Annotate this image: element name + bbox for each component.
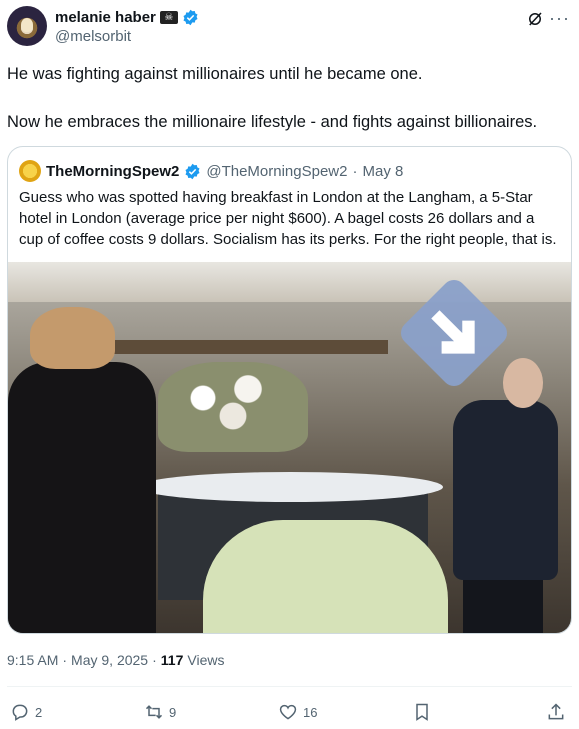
tweet-text: He was fighting against millionaires unt… [7, 65, 538, 131]
photo-man [448, 358, 558, 633]
quote-date: May 8 [362, 162, 404, 180]
quoted-tweet[interactable]: TheMorningSpew2 @TheMorningSpew2 · May 8… [7, 146, 572, 634]
views-count: 117 [160, 652, 184, 668]
tweet-header: melanie haber ☠ @melsorbit ··· [7, 6, 572, 48]
quote-text: Guess who was spotted having breakfast i… [19, 189, 557, 248]
verified-badge-icon [185, 163, 200, 179]
views-label: Views [187, 652, 225, 668]
quote-separator: · [352, 162, 358, 180]
like-button[interactable]: 16 [278, 700, 317, 724]
quote-header: TheMorningSpew2 @TheMorningSpew2 · May 8 [19, 160, 403, 182]
share-button[interactable] [546, 700, 566, 724]
quote-handle: @TheMorningSpew2 [206, 162, 348, 180]
bookmark-button[interactable] [412, 700, 432, 724]
quote-photo[interactable] [8, 262, 571, 633]
pirate-flag-icon: ☠ [159, 10, 178, 24]
author-avatar[interactable] [7, 6, 47, 46]
reply-button[interactable]: 2 [10, 700, 42, 724]
meta-separator: · [152, 652, 157, 668]
photo-counter [138, 472, 443, 502]
author-handle[interactable]: @melsorbit [55, 28, 131, 45]
author-display-name[interactable]: melanie haber [55, 9, 156, 26]
quote-author-avatar [19, 160, 41, 182]
bookmark-icon [416, 703, 428, 721]
meta-separator: · [62, 652, 68, 668]
author-name-line: melanie haber ☠ [55, 8, 199, 26]
quote-display-name: TheMorningSpew2 [46, 162, 180, 180]
share-icon [548, 703, 564, 720]
grok-icon[interactable] [526, 10, 544, 28]
reply-count: 2 [35, 704, 43, 720]
tweet-time[interactable]: 9:15 AM [7, 652, 58, 668]
photo-flowers [158, 362, 308, 452]
repost-icon [145, 705, 163, 719]
divider [7, 686, 572, 687]
repost-count: 9 [169, 704, 177, 720]
tweet-meta: 9:15 AM · May 9, 2025 · 117 Views [7, 652, 224, 668]
arrow-down-right-icon [431, 310, 475, 354]
action-bar: 2 9 16 [10, 700, 572, 724]
tweet-date[interactable]: May 9, 2025 [71, 652, 148, 668]
photo-woman [8, 307, 158, 633]
verified-badge-icon [183, 9, 198, 25]
heart-icon [279, 704, 297, 720]
repost-button[interactable]: 9 [144, 700, 176, 724]
reply-icon [12, 704, 28, 721]
like-count: 16 [303, 704, 318, 720]
photo-chair [203, 520, 448, 633]
more-options-icon[interactable]: ··· [549, 8, 570, 29]
photo-ceiling [8, 262, 571, 302]
